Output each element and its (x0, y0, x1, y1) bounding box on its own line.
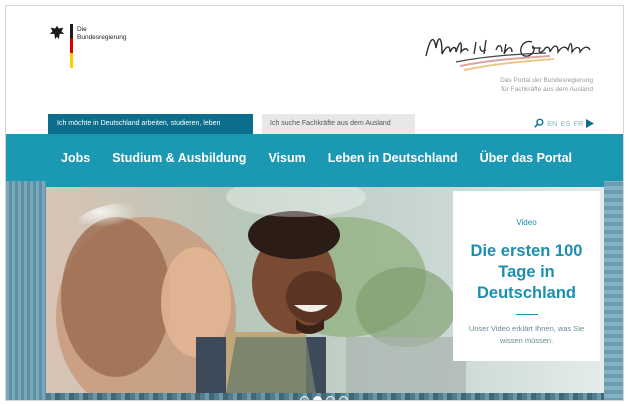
video-description: Unser Video erklärt Ihnen, was Sie wisse… (468, 324, 585, 345)
tab-find-skilled-workers[interactable]: Ich suche Fachkräfte aus dem Ausland (262, 114, 415, 134)
page-frame: Die Bundesregierung Das Portal der Bunde… (5, 5, 624, 401)
background-buildings-left (6, 181, 46, 400)
background-buildings-right (604, 181, 623, 400)
video-label: Video (516, 218, 537, 227)
search-icon[interactable] (534, 118, 544, 128)
play-icon[interactable] (586, 118, 595, 128)
tab-work-study-live[interactable]: Ich möchte in Deutschland arbeiten, stud… (48, 114, 253, 134)
nav-item-jobs[interactable]: Jobs (61, 151, 90, 165)
video-teaser-card[interactable]: Video Die ersten 100 Tage in Deutschland… (453, 191, 600, 361)
divider (516, 314, 538, 315)
main-navigation: Jobs Studium & Ausbildung Visum Leben in… (61, 151, 572, 165)
slider-dots (300, 396, 348, 400)
language-switcher: EN ES FR (534, 118, 595, 128)
nav-item-leben-in-deutschland[interactable]: Leben in Deutschland (328, 151, 458, 165)
portal-tagline: Das Portal der Bundesregierung für Fachk… (500, 77, 593, 93)
nav-item-ueber-das-portal[interactable]: Über das Portal (480, 151, 572, 165)
language-es[interactable]: ES (560, 119, 570, 128)
slider-dot[interactable] (339, 396, 348, 400)
make-it-in-germany-logo[interactable] (420, 28, 600, 78)
language-en[interactable]: EN (547, 119, 557, 128)
language-fr[interactable]: FR (573, 119, 583, 128)
logo-text: Die Bundesregierung (77, 26, 127, 41)
slider-dot[interactable] (300, 396, 309, 400)
slider-dot[interactable] (313, 396, 322, 400)
slider-dot[interactable] (326, 396, 335, 400)
nav-item-visum[interactable]: Visum (268, 151, 305, 165)
bundesregierung-logo[interactable]: Die Bundesregierung (48, 24, 127, 68)
eagle-icon (49, 25, 65, 40)
nav-item-studium-ausbildung[interactable]: Studium & Ausbildung (112, 151, 246, 165)
flag-bar (70, 24, 73, 68)
video-title[interactable]: Die ersten 100 Tage in Deutschland (453, 241, 600, 304)
